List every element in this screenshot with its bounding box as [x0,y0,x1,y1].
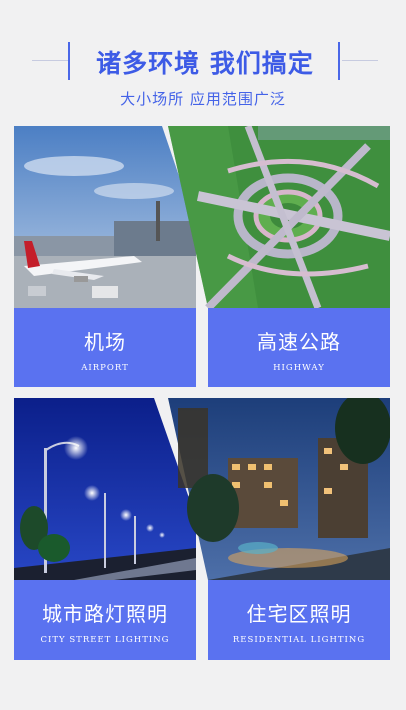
title-decor-line-right [342,60,378,61]
card-title: 高速公路 [257,330,341,354]
page-subtitle: 大小场所 应用范围广泛 [120,90,286,108]
card-title: 住宅区照明 [246,602,352,626]
card-residential-lighting: 住宅区照明 RESIDENTIAL LIGHTING [168,398,390,660]
card-label: 住宅区照明 RESIDENTIAL LIGHTING [208,580,390,660]
page-title: 诸多环境 我们搞定 [96,49,314,78]
header: 诸多环境 我们搞定 大小场所 应用范围广泛 [0,0,406,112]
title-decor-line-left [32,60,68,61]
card-subtitle: HIGHWAY [273,363,325,373]
card-subtitle: RESIDENTIAL LIGHTING [232,635,366,645]
card-label: 高速公路 HIGHWAY [208,308,390,387]
card-highway: 高速公路 HIGHWAY [168,126,390,387]
